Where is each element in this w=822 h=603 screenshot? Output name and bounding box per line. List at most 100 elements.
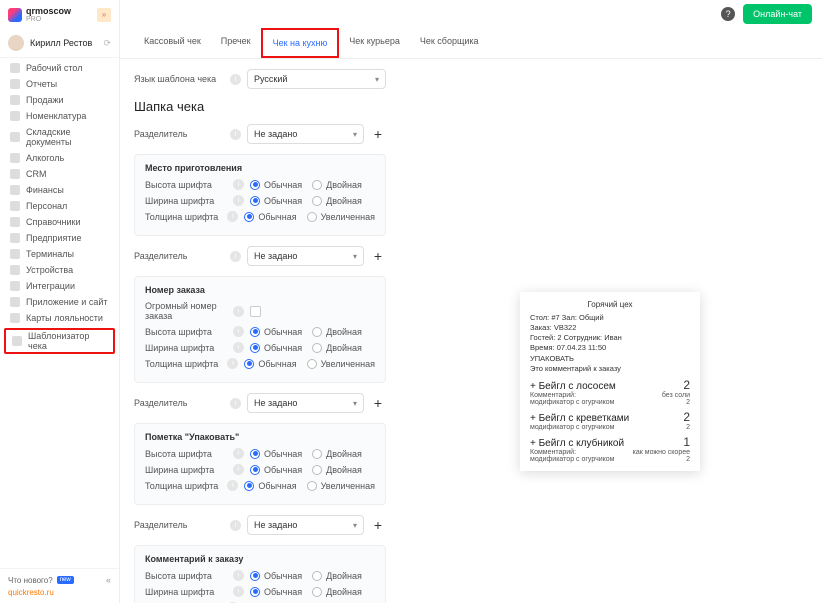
info-icon[interactable]: i — [227, 480, 238, 491]
radio-large[interactable]: Увеличенная — [307, 212, 375, 222]
info-icon[interactable]: i — [227, 211, 238, 222]
radio-normal[interactable]: Обычная — [244, 481, 296, 491]
sidebar-item[interactable]: Интеграции — [0, 278, 119, 294]
lang-select[interactable]: Русский▾ — [247, 69, 386, 89]
sidebar-item[interactable]: Алкоголь — [0, 150, 119, 166]
info-icon[interactable]: i — [233, 306, 244, 317]
info-icon[interactable]: i — [230, 251, 241, 262]
sidebar-item[interactable]: Номенклатура — [0, 108, 119, 124]
info-icon[interactable]: i — [233, 464, 244, 475]
radio-normal[interactable]: Обычная — [250, 327, 302, 337]
sidebar-item[interactable]: Продажи — [0, 92, 119, 108]
sidebar-item[interactable]: Персонал — [0, 198, 119, 214]
sales-icon — [10, 95, 20, 105]
receipt-preview: Горячий цех Стол: #7 Зал: Общий Заказ: V… — [520, 292, 700, 471]
info-icon[interactable]: i — [230, 398, 241, 409]
preview-title: Горячий цех — [530, 300, 690, 309]
radio-normal[interactable]: Обычная — [250, 571, 302, 581]
loyalty-icon — [10, 313, 20, 323]
radio-double[interactable]: Двойная — [312, 587, 362, 597]
sidebar-item[interactable]: Справочники — [0, 214, 119, 230]
divider-select[interactable]: Не задано▾ — [247, 124, 364, 144]
radio-double[interactable]: Двойная — [312, 180, 362, 190]
info-icon[interactable]: i — [233, 195, 244, 206]
sidebar-item[interactable]: Рабочий стол — [0, 60, 119, 76]
tab-courier[interactable]: Чек курьера — [339, 28, 410, 58]
template-icon — [12, 336, 22, 346]
info-icon[interactable]: i — [233, 448, 244, 459]
sidebar-item[interactable]: Терминалы — [0, 246, 119, 262]
radio-large[interactable]: Увеличенная — [307, 481, 375, 491]
tab-collector[interactable]: Чек сборщика — [410, 28, 489, 58]
radio-normal[interactable]: Обычная — [244, 212, 296, 222]
info-icon[interactable]: i — [230, 74, 241, 85]
caret-down-icon: ▾ — [353, 521, 357, 530]
info-icon[interactable]: i — [227, 358, 238, 369]
radio-normal[interactable]: Обычная — [250, 449, 302, 459]
crm-icon — [10, 169, 20, 179]
sidebar-item[interactable]: CRM — [0, 166, 119, 182]
info-icon[interactable]: i — [230, 129, 241, 140]
radio-normal[interactable]: Обычная — [250, 465, 302, 475]
sidebar-item[interactable]: Карты лояльности — [0, 310, 119, 326]
add-divider-button[interactable]: + — [370, 126, 386, 142]
user-name: Кирилл Рестов — [30, 38, 92, 48]
directories-icon — [10, 217, 20, 227]
info-icon[interactable]: i — [233, 179, 244, 190]
user-row[interactable]: Кирилл Рестов ⟳ — [0, 29, 119, 58]
caret-down-icon: ▾ — [353, 130, 357, 139]
radio-double[interactable]: Двойная — [312, 196, 362, 206]
sidebar-item[interactable]: Устройства — [0, 262, 119, 278]
radio-normal[interactable]: Обычная — [250, 196, 302, 206]
divider-select[interactable]: Не задано▾ — [247, 515, 364, 535]
info-icon[interactable]: i — [233, 586, 244, 597]
info-icon[interactable]: i — [233, 570, 244, 581]
sidebar-item[interactable]: Складские документы — [0, 124, 119, 150]
huge-order-checkbox[interactable] — [250, 306, 261, 317]
warehouse-icon — [10, 132, 20, 142]
sidebar-item-receipt-template[interactable]: Шаблонизатор чека — [4, 328, 115, 354]
whats-new[interactable]: Что нового? new « — [8, 575, 111, 585]
tabs: Кассовый чек Пречек Чек на кухню Чек кур… — [120, 28, 822, 59]
info-icon[interactable]: i — [230, 520, 241, 531]
radio-double[interactable]: Двойная — [312, 449, 362, 459]
site-link[interactable]: quickresto.ru — [8, 588, 111, 597]
sidebar-item[interactable]: Финансы — [0, 182, 119, 198]
refresh-icon[interactable]: ⟳ — [103, 38, 111, 49]
radio-normal[interactable]: Обычная — [250, 587, 302, 597]
nomenclature-icon — [10, 111, 20, 121]
info-icon[interactable]: i — [233, 326, 244, 337]
divider-select[interactable]: Не задано▾ — [247, 246, 364, 266]
help-icon[interactable]: ? — [721, 7, 735, 21]
sidebar-item[interactable]: Отчеты — [0, 76, 119, 92]
radio-normal[interactable]: Обычная — [250, 343, 302, 353]
radio-normal[interactable]: Обычная — [250, 180, 302, 190]
add-divider-button[interactable]: + — [370, 517, 386, 533]
preview-item: + Бейгл с лососем2 Комментарий:без соли … — [530, 378, 690, 406]
radio-large[interactable]: Увеличенная — [307, 359, 375, 369]
radio-double[interactable]: Двойная — [312, 465, 362, 475]
group-pack-note: Пометка "Упаковать" Высота шрифтаi Обычн… — [134, 423, 386, 505]
sidebar-item[interactable]: Предприятие — [0, 230, 119, 246]
preview-item: + Бейгл с клубникой1 Комментарий:как мож… — [530, 435, 690, 463]
radio-double[interactable]: Двойная — [312, 327, 362, 337]
divider-label: Разделитель — [134, 129, 224, 139]
tab-kitchen[interactable]: Чек на кухню — [261, 28, 340, 58]
collapse-icon[interactable]: « — [106, 575, 111, 585]
tab-kassa[interactable]: Кассовый чек — [134, 28, 211, 58]
org-switcher[interactable]: qrmoscow PRO » — [0, 0, 119, 29]
divider-select[interactable]: Не задано▾ — [247, 393, 364, 413]
add-divider-button[interactable]: + — [370, 248, 386, 264]
info-icon[interactable]: i — [233, 342, 244, 353]
alcohol-icon — [10, 153, 20, 163]
radio-double[interactable]: Двойная — [312, 571, 362, 581]
add-divider-button[interactable]: + — [370, 395, 386, 411]
preview-meta: Стол: #7 Зал: Общий Заказ: VB322 Гостей:… — [530, 313, 690, 374]
radio-double[interactable]: Двойная — [312, 343, 362, 353]
online-chat-button[interactable]: Онлайн-чат — [743, 4, 812, 24]
radio-normal[interactable]: Обычная — [244, 359, 296, 369]
tab-precheck[interactable]: Пречек — [211, 28, 261, 58]
sidebar-item[interactable]: Приложение и сайт — [0, 294, 119, 310]
expand-icon[interactable]: » — [97, 8, 111, 22]
avatar — [8, 35, 24, 51]
